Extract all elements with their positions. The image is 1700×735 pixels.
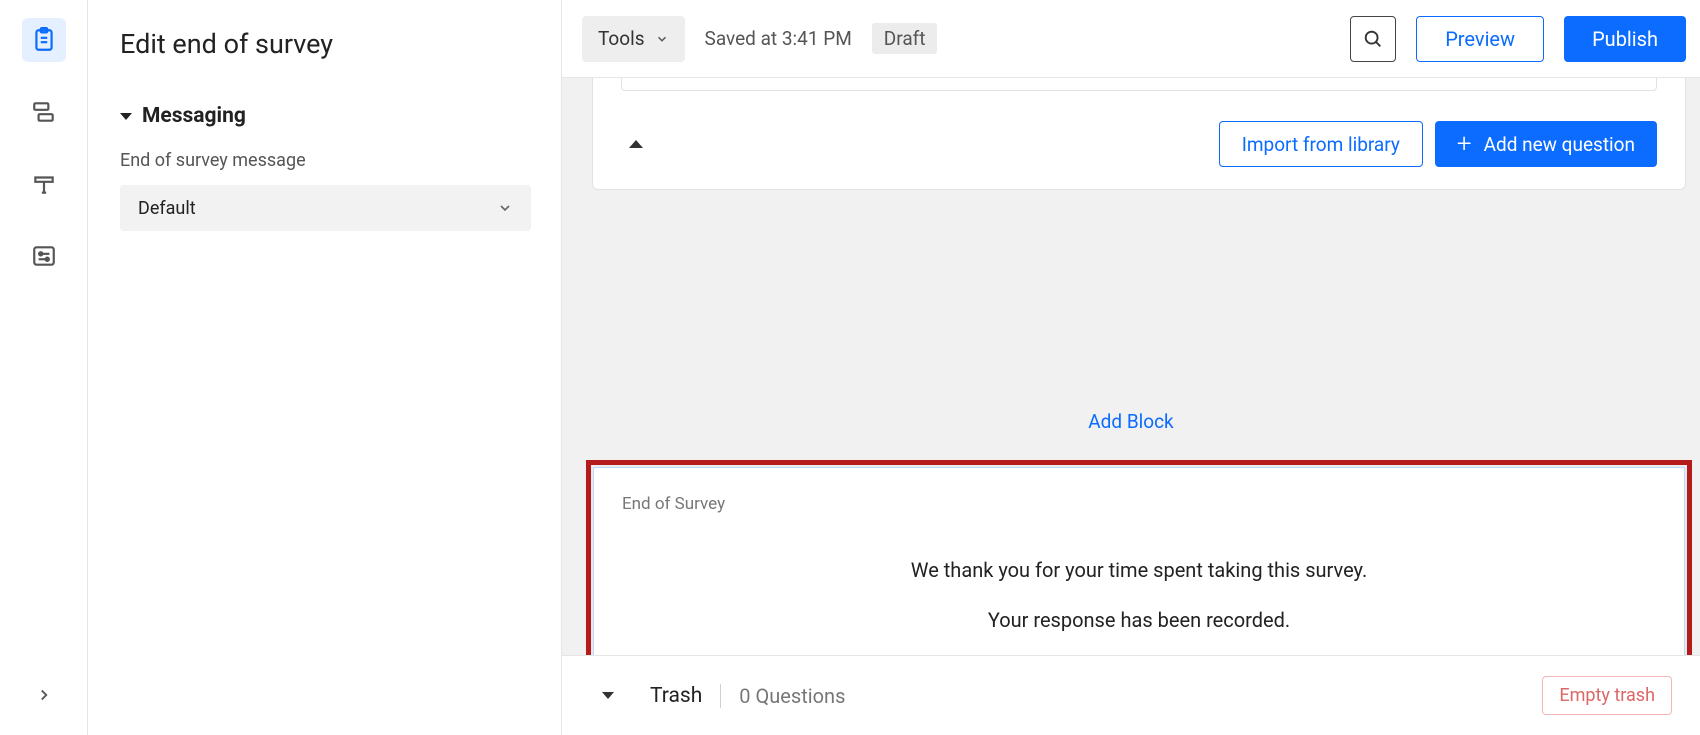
select-value: Default bbox=[138, 198, 196, 219]
saved-status: Saved at 3:41 PM bbox=[705, 27, 852, 50]
rail-expand-icon[interactable] bbox=[22, 673, 66, 717]
chevron-down-icon bbox=[655, 32, 669, 46]
empty-trash-button[interactable]: Empty trash bbox=[1542, 676, 1672, 715]
end-of-survey-message-select[interactable]: Default bbox=[120, 185, 531, 231]
search-icon bbox=[1362, 28, 1384, 50]
rail-flow-icon[interactable] bbox=[22, 90, 66, 134]
survey-canvas: Import from library + Add new question A… bbox=[562, 78, 1700, 735]
trash-count: 0 Questions bbox=[739, 684, 845, 708]
question-frame bbox=[621, 78, 1657, 91]
icon-rail bbox=[0, 0, 88, 735]
messaging-section-header[interactable]: Messaging bbox=[120, 104, 531, 128]
plus-icon: + bbox=[1457, 131, 1472, 157]
trash-title: Trash bbox=[650, 684, 721, 708]
preview-button[interactable]: Preview bbox=[1416, 16, 1544, 62]
add-new-question-button[interactable]: + Add new question bbox=[1435, 121, 1657, 167]
eos-message-line-2: Your response has been recorded. bbox=[622, 608, 1656, 632]
messaging-section-label: Messaging bbox=[142, 104, 246, 128]
tools-label: Tools bbox=[598, 27, 645, 50]
trash-bar: Trash 0 Questions Empty trash bbox=[562, 655, 1700, 735]
end-of-survey-highlight: End of Survey We thank you for your time… bbox=[586, 460, 1692, 684]
page-title: Edit end of survey bbox=[120, 28, 531, 60]
question-block: Import from library + Add new question bbox=[592, 78, 1686, 190]
left-panel: Edit end of survey Messaging End of surv… bbox=[88, 0, 562, 735]
add-new-question-label: Add new question bbox=[1484, 133, 1635, 156]
caret-down-icon bbox=[120, 113, 132, 120]
rail-survey-icon[interactable] bbox=[22, 18, 66, 62]
topbar: Tools Saved at 3:41 PM Draft Preview Pub… bbox=[562, 0, 1700, 78]
add-block-link[interactable]: Add Block bbox=[562, 410, 1700, 433]
end-of-survey-block[interactable]: End of Survey We thank you for your time… bbox=[593, 467, 1685, 677]
draft-badge: Draft bbox=[872, 23, 938, 54]
tools-dropdown[interactable]: Tools bbox=[582, 16, 685, 62]
rail-options-icon[interactable] bbox=[22, 234, 66, 278]
chevron-down-icon bbox=[497, 200, 513, 216]
import-from-library-button[interactable]: Import from library bbox=[1219, 121, 1423, 167]
end-of-survey-label: End of Survey bbox=[622, 494, 1656, 514]
eos-message-line-1: We thank you for your time spent taking … bbox=[622, 558, 1656, 582]
end-of-survey-message-label: End of survey message bbox=[120, 150, 531, 171]
search-button[interactable] bbox=[1350, 16, 1396, 62]
collapse-block-icon[interactable] bbox=[629, 140, 643, 148]
publish-button[interactable]: Publish bbox=[1564, 16, 1686, 62]
trash-expand-icon[interactable] bbox=[602, 692, 614, 699]
rail-look-icon[interactable] bbox=[22, 162, 66, 206]
